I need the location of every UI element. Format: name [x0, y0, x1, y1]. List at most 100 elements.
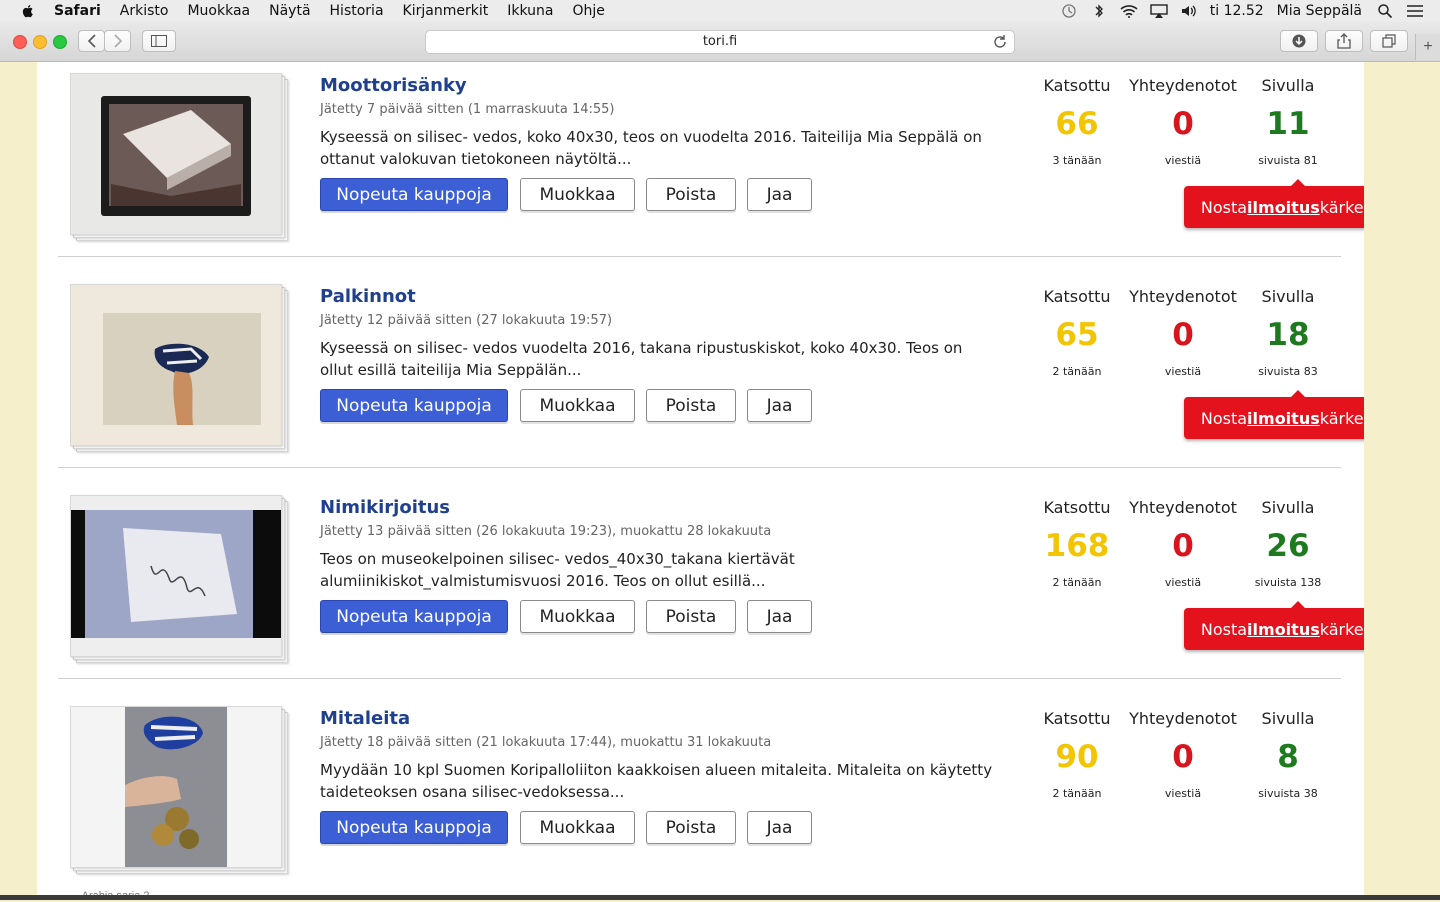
promo-text-post: kärkeen?	[1319, 408, 1364, 428]
edit-button[interactable]: Muokkaa	[520, 600, 635, 633]
edit-button[interactable]: Muokkaa	[520, 811, 635, 844]
listing-thumbnail[interactable]	[70, 73, 290, 243]
page-position: 8	[1277, 739, 1299, 775]
viewed-today: 2 tänään	[1052, 787, 1102, 800]
listing-thumbnail[interactable]	[70, 284, 290, 454]
boost-sales-button[interactable]: Nopeuta kauppoja	[320, 600, 508, 633]
sidebar-button[interactable]	[142, 30, 176, 52]
notification-center-icon[interactable]	[1406, 3, 1424, 19]
tabs-overview-button[interactable]	[1370, 30, 1408, 52]
monitor-photo-thumbnail	[71, 74, 281, 234]
listing-divider	[58, 467, 1341, 468]
apple-icon[interactable]	[20, 3, 36, 19]
page-total: sivuista 38	[1258, 787, 1318, 800]
promo-text-post: kärkeen?	[1319, 197, 1364, 217]
viewed-count: 90	[1055, 739, 1099, 775]
listing-title[interactable]: Palkinnot	[320, 286, 416, 307]
address-bar[interactable]: tori.fi	[425, 30, 1015, 54]
share-toolbar-button[interactable]	[1325, 30, 1363, 52]
share-button[interactable]: Jaa	[747, 389, 812, 422]
viewed-label: Katsottu	[1043, 498, 1111, 517]
menu-item-history[interactable]: Historia	[330, 3, 384, 19]
tabs-icon	[1382, 34, 1396, 48]
url-text: tori.fi	[702, 34, 738, 49]
listing-thumbnail[interactable]	[70, 706, 290, 876]
edit-button[interactable]: Muokkaa	[520, 178, 635, 211]
chevron-right-icon	[113, 34, 122, 48]
window-bottom-edge	[0, 895, 1440, 900]
menu-user[interactable]: Mia Seppälä	[1277, 3, 1362, 19]
viewed-label: Katsottu	[1043, 287, 1111, 306]
page-position-label: Sivulla	[1261, 498, 1315, 517]
contacts-sub: viestiä	[1164, 365, 1202, 378]
sidebar-icon	[151, 35, 167, 47]
listing-description: Teos on museokelpoinen silisec- vedos_40…	[320, 550, 795, 590]
reload-icon[interactable]	[992, 34, 1008, 50]
menu-item-bookmarks[interactable]: Kirjanmerkit	[403, 3, 489, 19]
menu-item-view[interactable]: Näytä	[269, 3, 310, 19]
promo-link[interactable]: ilmoitus	[1247, 620, 1320, 639]
listing-meta: Jätetty 7 päivää sitten (1 marraskuuta 1…	[320, 102, 615, 117]
boost-sales-button[interactable]: Nopeuta kauppoja	[320, 178, 508, 211]
promo-link[interactable]: ilmoitus	[1247, 198, 1320, 217]
listing-divider	[58, 678, 1341, 679]
contacts-label: Yhteydenotot	[1129, 498, 1237, 517]
promote-listing-button[interactable]: Nosta ilmoitus kärkeen?	[1184, 601, 1364, 650]
delete-button[interactable]: Poista	[646, 389, 736, 422]
viewed-label: Katsottu	[1043, 709, 1111, 728]
share-button[interactable]: Jaa	[747, 178, 812, 211]
spotlight-icon[interactable]	[1376, 3, 1394, 19]
promote-listing-button[interactable]: Nosta ilmoitus kärkeen?	[1184, 179, 1364, 228]
delete-button[interactable]: Poista	[646, 178, 736, 211]
share-button[interactable]: Jaa	[747, 600, 812, 633]
listing-thumbnail[interactable]	[70, 495, 290, 665]
menu-item-file[interactable]: Arkisto	[120, 3, 169, 19]
close-window-button[interactable]	[13, 35, 27, 49]
minimize-window-button[interactable]	[33, 35, 47, 49]
menu-clock[interactable]: ti 12.52	[1210, 3, 1264, 19]
viewed-count: 65	[1055, 317, 1099, 353]
viewed-today: 2 tänään	[1052, 365, 1102, 378]
listing-title[interactable]: Mitaleita	[320, 708, 410, 729]
promo-text-pre: Nosta	[1200, 619, 1248, 639]
contacts-count: 0	[1172, 317, 1194, 353]
listing-title[interactable]: Nimikirjoitus	[320, 497, 450, 518]
back-button[interactable]	[78, 30, 105, 52]
listing-divider	[58, 256, 1341, 257]
delete-button[interactable]: Poista	[646, 811, 736, 844]
menu-app-safari[interactable]: Safari	[54, 3, 101, 19]
viewed-label: Katsottu	[1043, 76, 1111, 95]
downloads-button[interactable]	[1280, 30, 1318, 52]
delete-button[interactable]: Poista	[646, 600, 736, 633]
page-content: Moottorisänky Jätetty 7 päivää sitten (1…	[37, 62, 1364, 896]
listing-description: Kyseessä on silisec- vedos vuodelta 2016…	[320, 339, 963, 379]
wifi-icon[interactable]	[1120, 3, 1138, 19]
listing-title[interactable]: Moottorisänky	[320, 75, 467, 96]
contacts-sub: viestiä	[1164, 154, 1202, 167]
new-tab-button[interactable]: +	[1415, 34, 1440, 60]
forward-button[interactable]	[104, 30, 131, 52]
menu-item-edit[interactable]: Muokkaa	[187, 3, 250, 19]
listing-description: Kyseessä on silisec- vedos, koko 40x30, …	[320, 128, 982, 168]
bluetooth-icon[interactable]	[1090, 3, 1108, 19]
airplay-icon[interactable]	[1150, 3, 1168, 19]
signature-paper-thumbnail	[71, 496, 281, 656]
boost-sales-button[interactable]: Nopeuta kauppoja	[320, 811, 508, 844]
zoom-window-button[interactable]	[53, 35, 67, 49]
contacts-count: 0	[1172, 528, 1194, 564]
viewed-count: 168	[1044, 528, 1110, 564]
listing-meta: Jätetty 18 päivää sitten (21 lokakuuta 1…	[320, 735, 772, 750]
contacts-label: Yhteydenotot	[1129, 709, 1237, 728]
share-button[interactable]: Jaa	[747, 811, 812, 844]
edit-button[interactable]: Muokkaa	[520, 389, 635, 422]
listing-meta: Jätetty 12 päivää sitten (27 lokakuuta 1…	[320, 313, 613, 328]
listing-item: Moottorisänky Jätetty 7 päivää sitten (1…	[37, 62, 1364, 273]
time-machine-icon[interactable]	[1060, 3, 1078, 19]
page-position-label: Sivulla	[1261, 709, 1315, 728]
boost-sales-button[interactable]: Nopeuta kauppoja	[320, 389, 508, 422]
volume-icon[interactable]	[1180, 3, 1198, 19]
promo-link[interactable]: ilmoitus	[1247, 409, 1320, 428]
menu-item-help[interactable]: Ohje	[572, 3, 604, 19]
menu-item-window[interactable]: Ikkuna	[507, 3, 553, 19]
promote-listing-button[interactable]: Nosta ilmoitus kärkeen?	[1184, 390, 1364, 439]
